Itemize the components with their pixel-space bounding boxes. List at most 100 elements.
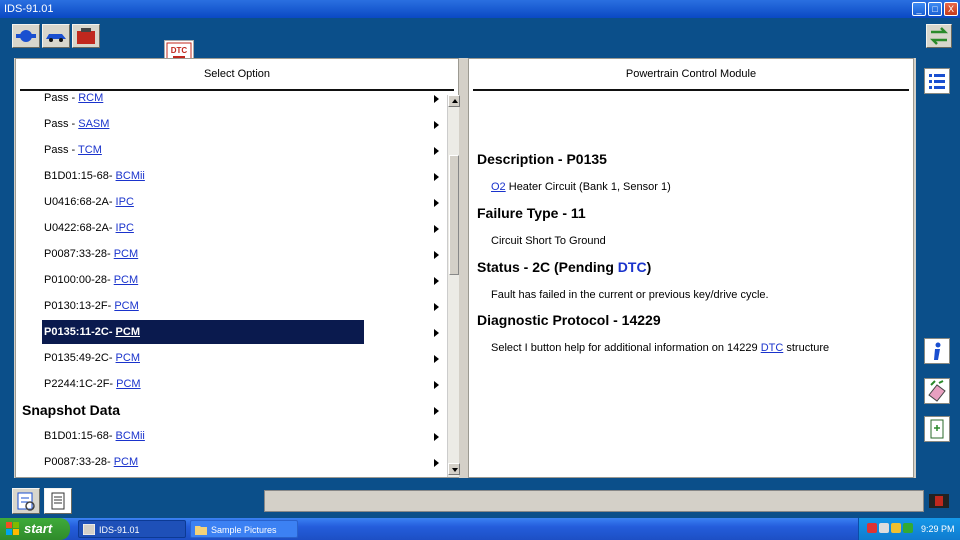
task-sample-pictures[interactable]: Sample Pictures (190, 520, 298, 538)
status-text: Fault has failed in the current or previ… (491, 289, 769, 301)
list-item[interactable]: P0087:33-28- PCM (20, 450, 446, 476)
task-ids[interactable]: IDS-91.01 (78, 520, 186, 538)
status-heading-prefix: Status - 2C (Pending (477, 259, 618, 275)
expand-arrow-icon[interactable] (434, 199, 439, 207)
list-item-label: P0135:49-2C- PCM (44, 352, 140, 364)
info-icon (934, 342, 941, 360)
list-item[interactable]: U0416:68-2A- IPC (20, 190, 446, 216)
list-item-label: Pass - RCM (44, 93, 103, 104)
print-preview-button[interactable] (924, 416, 950, 442)
expand-arrow-icon[interactable] (434, 173, 439, 181)
module-link[interactable]: BCMii (116, 430, 145, 442)
expand-arrow-icon[interactable] (434, 95, 439, 103)
info-button[interactable] (924, 338, 950, 364)
expand-arrow-icon[interactable] (434, 147, 439, 155)
list-item[interactable]: U0422:68-2A- IPC (20, 216, 446, 242)
vehicle-button[interactable] (42, 24, 70, 48)
scroll-up-button[interactable] (448, 95, 460, 107)
pcm-detail-panel: Powertrain Control Module Description - … (468, 58, 914, 478)
expand-arrow-icon[interactable] (434, 381, 439, 389)
expand-arrow-icon[interactable] (434, 303, 439, 311)
list-item[interactable]: B1D01:15-68- BCMii (20, 164, 446, 190)
module-link[interactable]: RCM (78, 93, 103, 104)
list-item[interactable]: P0135:11-2C- PCM (20, 320, 446, 346)
back-connect-button[interactable] (12, 24, 40, 48)
list-item[interactable]: Pass - SASM (20, 112, 446, 138)
protocol-heading: Diagnostic Protocol - 14229 (477, 312, 661, 328)
minimize-button[interactable]: _ (912, 2, 926, 16)
module-link[interactable]: PCM (116, 326, 140, 338)
list-item[interactable]: Pass - RCM (20, 93, 446, 112)
module-link[interactable]: PCM (116, 352, 140, 364)
arrow-up-icon (452, 99, 458, 103)
expand-arrow-icon[interactable] (434, 277, 439, 285)
module-link[interactable]: BCMii (116, 170, 145, 182)
expand-arrow-icon[interactable] (434, 121, 439, 129)
module-link[interactable]: IPC (116, 222, 134, 234)
start-label: start (24, 521, 53, 536)
expand-arrow-icon[interactable] (434, 225, 439, 233)
o2-link[interactable]: O2 (491, 181, 506, 193)
expand-arrow-icon[interactable] (434, 329, 439, 337)
protocol-text-suffix: structure (783, 342, 830, 354)
list-item[interactable]: P0087:33-28- PCM (20, 242, 446, 268)
select-option-panel: Select Option Pass - RCM Pass - SASM Pass … (15, 58, 460, 478)
scroll-thumb[interactable] (449, 155, 459, 275)
list-item-code: U0416:68-2A- (44, 196, 116, 208)
status-dtc-link[interactable]: DTC (618, 259, 647, 275)
swap-button[interactable] (926, 24, 952, 48)
list-view-button[interactable] (924, 68, 950, 94)
module-link[interactable]: TCM (78, 144, 102, 156)
swap-arrows-icon (929, 27, 949, 45)
list-item-label: Pass - SASM (44, 118, 109, 130)
module-link[interactable]: SASM (78, 118, 109, 130)
module-link[interactable]: PCM (114, 248, 138, 260)
list-item-label: P0100:00-28- PCM (44, 274, 138, 286)
toolbox-button[interactable] (72, 24, 100, 48)
list-item[interactable]: B1D01:15-68- BCMii (20, 424, 446, 450)
module-link[interactable]: PCM (114, 300, 138, 312)
module-link[interactable]: PCM (114, 456, 138, 468)
module-link[interactable]: IPC (116, 196, 134, 208)
list-item[interactable]: P2244:1C-2F- PCM (20, 372, 446, 398)
start-button[interactable]: start (0, 518, 70, 540)
maximize-button[interactable]: □ (928, 2, 942, 16)
list-item-code: Pass - (44, 118, 79, 130)
expand-arrow-icon[interactable] (434, 251, 439, 259)
expand-arrow-icon[interactable] (434, 459, 439, 467)
list-item[interactable]: Pass - TCM (20, 138, 446, 164)
module-link[interactable]: PCM (116, 378, 140, 390)
list-item-code: P0135:49-2C- (44, 352, 116, 364)
list-item[interactable]: P0130:13-2F- PCM (20, 294, 446, 320)
module-link[interactable]: PCM (114, 274, 138, 286)
list-item-label: U0422:68-2A- IPC (44, 222, 134, 234)
expand-arrow-icon[interactable] (434, 407, 439, 415)
list-item-code: Pass - (44, 144, 79, 156)
tray-speaker-icon[interactable] (891, 523, 901, 533)
eraser-button[interactable] (924, 378, 950, 404)
recorder-button[interactable] (12, 488, 40, 514)
list-item-code: P0087:33-28- (44, 248, 114, 260)
description-heading: Description - P0135 (477, 151, 607, 167)
list-scrollbar[interactable] (447, 95, 460, 477)
exit-button[interactable] (926, 488, 954, 514)
list-icon (929, 74, 945, 89)
expand-arrow-icon[interactable] (434, 433, 439, 441)
scroll-down-button[interactable] (448, 463, 460, 475)
notes-button[interactable] (44, 488, 72, 514)
section-heading[interactable]: Snapshot Data (20, 398, 446, 424)
protocol-dtc-link[interactable]: DTC (761, 342, 784, 354)
list-item-code: B1D01:15-68- (44, 430, 116, 442)
list-item-label: Pass - TCM (44, 144, 102, 156)
tray-connection-icon[interactable] (903, 523, 913, 533)
expand-arrow-icon[interactable] (434, 355, 439, 363)
car-icon (46, 34, 66, 42)
close-button[interactable]: X (944, 2, 958, 16)
window-title: IDS-91.01 (4, 3, 54, 15)
list-item-code: P0087:33-28- (44, 456, 114, 468)
tray-shield-icon[interactable] (867, 523, 877, 533)
tray-network-icon[interactable] (879, 523, 889, 533)
list-item[interactable]: P0135:49-2C- PCM (20, 346, 446, 372)
list-item[interactable]: P0100:00-28- PCM (20, 268, 446, 294)
list-item-label: Snapshot Data (22, 402, 121, 418)
